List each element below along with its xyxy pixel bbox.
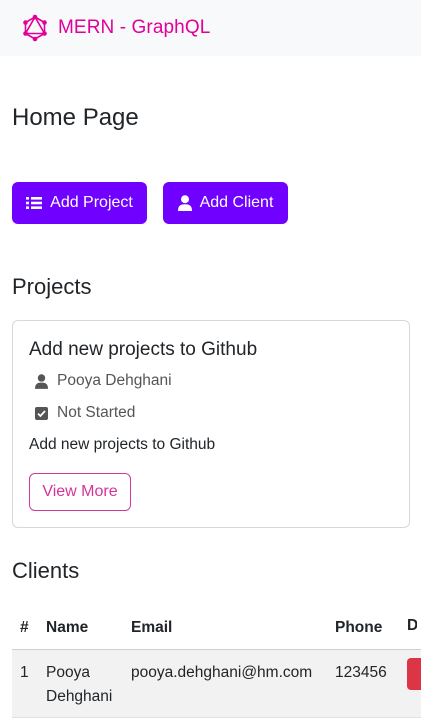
user-icon <box>177 195 192 211</box>
column-header-number: # <box>12 608 38 650</box>
column-header-delete: D <box>399 608 421 650</box>
projects-heading: Projects <box>12 274 92 299</box>
add-project-label: Add Project <box>50 194 133 211</box>
add-client-label: Add Client <box>199 194 274 211</box>
client-actions <box>399 649 421 718</box>
add-client-button[interactable]: Add Client <box>163 182 288 224</box>
check-square-icon <box>33 406 49 420</box>
project-name: Add new projects to Github <box>29 339 258 360</box>
column-header-name: Name <box>38 608 123 650</box>
client-name: Pooya Dehghani <box>38 649 123 718</box>
clients-table: # Name Email Phone D 1 Pooya Dehghani po… <box>12 608 421 718</box>
clients-table-container: # Name Email Phone D 1 Pooya Dehghani po… <box>12 608 421 718</box>
column-header-email: Email <box>123 608 327 650</box>
project-status-row: Not Started <box>33 404 135 422</box>
clients-heading: Clients <box>12 558 80 583</box>
navbar: MERN - GraphQL <box>0 0 421 56</box>
delete-client-button[interactable] <box>407 657 421 690</box>
project-status: Not Started <box>57 404 136 421</box>
user-icon <box>33 373 49 389</box>
client-phone: 123456 <box>327 649 399 718</box>
table-row: 1 Pooya Dehghani pooya.dehghani@hm.com 1… <box>12 649 421 718</box>
brand-text: MERN - GraphQL <box>58 17 211 38</box>
client-number: 1 <box>12 649 38 718</box>
project-owner-row: Pooya Dehghani <box>33 372 172 390</box>
view-more-button[interactable]: View More <box>29 473 131 511</box>
column-header-phone: Phone <box>327 608 399 650</box>
project-description: Add new projects to Github <box>29 436 216 453</box>
project-card: Add new projects to Github Pooya Dehghan… <box>12 320 410 528</box>
client-email: pooya.dehghani@hm.com <box>123 649 327 718</box>
page-title: Home Page <box>12 104 139 131</box>
graphql-logo-icon <box>23 14 47 42</box>
add-project-button[interactable]: Add Project <box>12 182 147 224</box>
brand-link[interactable]: MERN - GraphQL <box>21 14 210 42</box>
project-owner: Pooya Dehghani <box>57 372 172 389</box>
list-icon <box>26 196 43 210</box>
table-header-row: # Name Email Phone D <box>12 608 421 650</box>
